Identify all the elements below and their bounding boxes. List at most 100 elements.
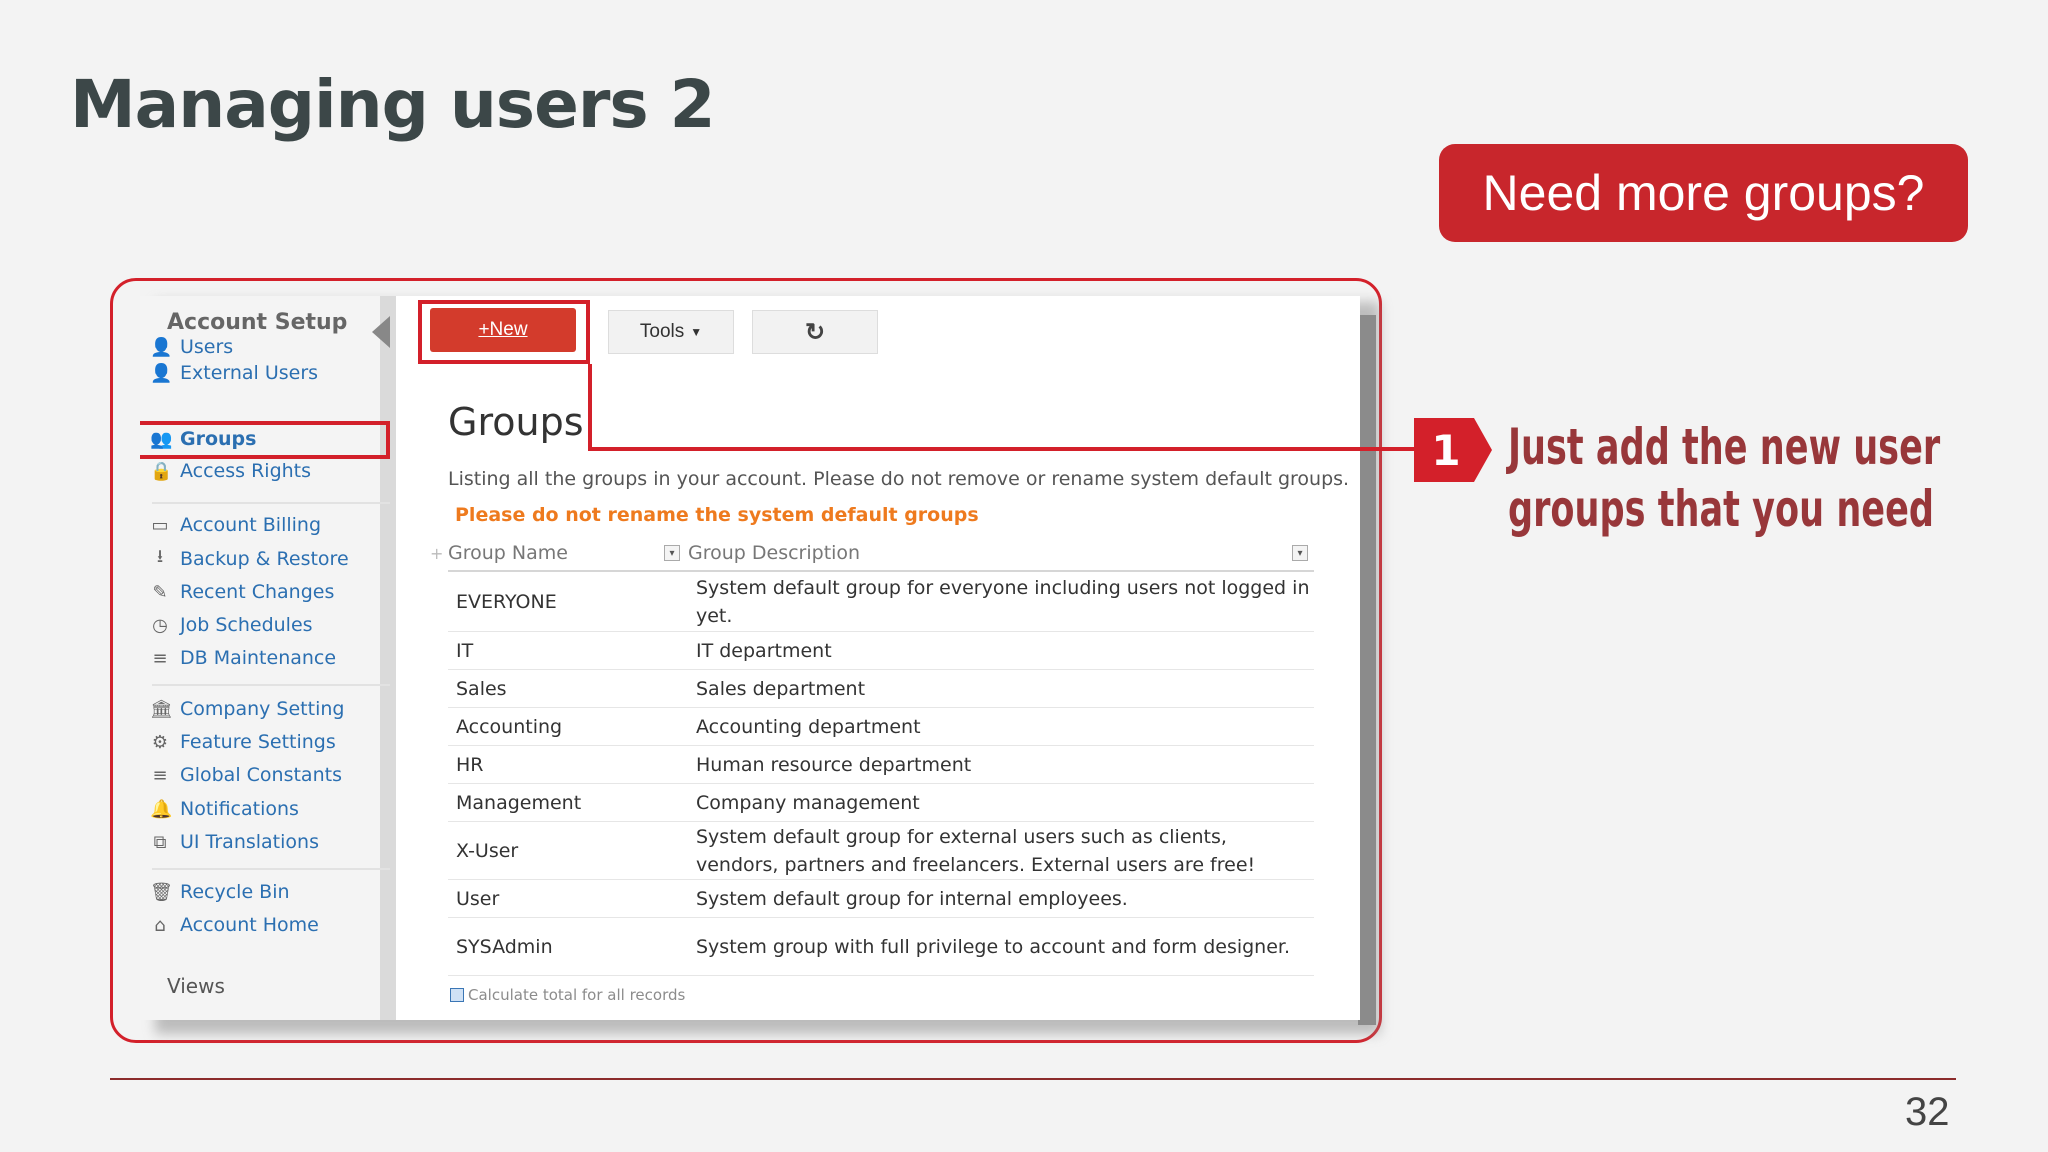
sidebar-item-label: Notifications bbox=[180, 798, 299, 820]
calculate-totals-label: Calculate total for all records bbox=[468, 986, 686, 1004]
warning-text: Please do not rename the system default … bbox=[455, 504, 979, 526]
bell-icon: 🔔 bbox=[150, 798, 173, 820]
cell-group-name: EVERYONE bbox=[456, 590, 557, 613]
page-title: Groups bbox=[448, 400, 584, 444]
user-icon: 👤 bbox=[150, 362, 173, 384]
table-row[interactable]: EVERYONE System default group for everyo… bbox=[448, 572, 1314, 632]
column-label: Group Description bbox=[688, 542, 861, 564]
column-header-group-name[interactable]: Group Name ▾ bbox=[448, 542, 688, 564]
trash-icon: 🗑 bbox=[150, 881, 173, 903]
callout-text: Just add the new user groups that you ne… bbox=[1508, 416, 1941, 540]
sidebar-item-job-schedules[interactable]: ◷ Job Schedules bbox=[150, 610, 313, 640]
sidebar-item-label: Job Schedules bbox=[180, 614, 313, 636]
cell-group-description: Human resource department bbox=[696, 753, 972, 776]
database-icon: ≡ bbox=[152, 647, 168, 669]
cell-group-name: HR bbox=[456, 753, 484, 776]
cell-group-description: System default group for external users … bbox=[696, 825, 1256, 876]
cell-group-description: System group with full privilege to acco… bbox=[696, 935, 1291, 958]
slide-title: Managing users 2 bbox=[70, 66, 716, 143]
calculate-totals-link[interactable]: Calculate total for all records bbox=[450, 986, 685, 1004]
table-row[interactable]: Sales Sales department bbox=[448, 670, 1314, 708]
cell-group-description: IT department bbox=[696, 639, 832, 662]
callout-line-1: Just add the new user bbox=[1508, 418, 1941, 476]
sidebar-item-notifications[interactable]: 🔔 Notifications bbox=[150, 794, 299, 824]
table-header: + Group Name ▾ Group Description ▾ bbox=[430, 536, 1314, 572]
screenshot-edge-shade bbox=[1358, 315, 1376, 1025]
sidebar-item-label: Account Billing bbox=[180, 514, 322, 536]
caret-down-icon: ▼ bbox=[690, 325, 703, 339]
sidebar-divider bbox=[152, 684, 390, 686]
callout-number: 1 bbox=[1431, 425, 1461, 475]
table-row[interactable]: SYSAdmin System group with full privileg… bbox=[448, 918, 1314, 976]
column-menu-icon[interactable]: ▾ bbox=[664, 545, 680, 561]
cell-group-description: Sales department bbox=[696, 677, 866, 700]
tools-label: Tools bbox=[639, 321, 685, 342]
sidebar-item-ui-translations[interactable]: ⧉ UI Translations bbox=[150, 827, 319, 857]
table-row[interactable]: Management Company management bbox=[448, 784, 1314, 822]
sidebar-item-feature-settings[interactable]: ⚙ Feature Settings bbox=[150, 727, 336, 757]
groups-table: + Group Name ▾ Group Description ▾ EVERY… bbox=[430, 536, 1314, 976]
cell-group-name: Sales bbox=[456, 677, 507, 700]
refresh-icon: ↻ bbox=[804, 318, 826, 346]
sidebar-item-access-rights[interactable]: 🔒 Access Rights bbox=[150, 456, 311, 486]
table-row[interactable]: HR Human resource department bbox=[448, 746, 1314, 784]
refresh-button[interactable]: ↻ bbox=[752, 310, 878, 354]
sidebar-divider bbox=[152, 502, 390, 504]
sidebar-divider bbox=[152, 868, 390, 870]
cell-group-name: SYSAdmin bbox=[456, 935, 553, 958]
column-header-group-description[interactable]: Group Description ▾ bbox=[688, 542, 1314, 564]
home-icon: ⌂ bbox=[154, 914, 166, 936]
footer-divider bbox=[110, 1078, 1956, 1080]
sidebar-item-label: Access Rights bbox=[180, 460, 312, 482]
lock-icon: 🔒 bbox=[150, 460, 173, 482]
sidebar-item-global-constants[interactable]: ≡ Global Constants bbox=[150, 760, 342, 790]
calculator-icon bbox=[450, 988, 464, 1002]
sidebar-item-label: Users bbox=[180, 336, 234, 358]
sidebar-item-company-setting[interactable]: 🏛 Company Setting bbox=[150, 694, 344, 724]
page-description: Listing all the groups in your account. … bbox=[448, 468, 1350, 490]
sidebar-item-external-users[interactable]: 👤 External Users bbox=[150, 358, 318, 388]
cell-group-name: User bbox=[456, 887, 500, 910]
cell-group-name: IT bbox=[456, 639, 474, 662]
sidebar-item-label: Backup & Restore bbox=[180, 548, 349, 570]
cell-group-name: Management bbox=[456, 791, 582, 814]
new-button-highlight-box bbox=[418, 300, 590, 364]
table-row[interactable]: User System default group for internal e… bbox=[448, 880, 1314, 918]
database-icon: ≡ bbox=[152, 764, 168, 786]
download-icon: ⭳ bbox=[156, 546, 164, 567]
sidebar-item-db-maintenance[interactable]: ≡ DB Maintenance bbox=[150, 643, 336, 673]
translate-icon: ⧉ bbox=[153, 831, 167, 853]
sidebar-item-account-home[interactable]: ⌂ Account Home bbox=[150, 910, 319, 940]
app-screenshot: Account Setup 👤 Users 👤 External Users 👥… bbox=[140, 296, 1360, 1020]
sidebar-item-label: UI Translations bbox=[180, 831, 319, 853]
groups-highlight-box bbox=[140, 421, 390, 459]
collapse-arrow-icon[interactable] bbox=[372, 316, 390, 348]
cell-group-description: System default group for everyone includ… bbox=[696, 576, 1310, 627]
table-row[interactable]: X-User System default group for external… bbox=[448, 822, 1314, 880]
sidebar-item-label: DB Maintenance bbox=[180, 647, 337, 669]
sidebar-item-recent-changes[interactable]: ✎ Recent Changes bbox=[150, 577, 334, 607]
sidebar-item-label: Company Setting bbox=[180, 698, 345, 720]
cell-group-name: Accounting bbox=[456, 715, 563, 738]
table-row[interactable]: Accounting Accounting department bbox=[448, 708, 1314, 746]
tools-button[interactable]: Tools ▼ bbox=[608, 310, 734, 354]
card-icon: ▭ bbox=[151, 514, 169, 536]
sidebar-item-recycle-bin[interactable]: 🗑 Recycle Bin bbox=[150, 877, 290, 907]
sidebar-item-backup-restore[interactable]: ⭳ Backup & Restore bbox=[150, 544, 349, 574]
gear-icon: ⚙ bbox=[151, 731, 169, 753]
cell-group-name: X-User bbox=[456, 839, 519, 862]
user-icon: 👤 bbox=[150, 336, 173, 358]
bank-icon: 🏛 bbox=[150, 698, 173, 720]
edit-icon: ✎ bbox=[152, 581, 168, 603]
column-menu-icon[interactable]: ▾ bbox=[1292, 545, 1308, 561]
cell-group-description: System default group for internal employ… bbox=[696, 887, 1128, 910]
page-number: 32 bbox=[1905, 1090, 1950, 1134]
sidebar-item-label: Global Constants bbox=[180, 764, 342, 786]
table-row[interactable]: IT IT department bbox=[448, 632, 1314, 670]
sidebar-item-label: Feature Settings bbox=[180, 731, 336, 753]
cell-group-description: Accounting department bbox=[696, 715, 921, 738]
sidebar-item-label: External Users bbox=[180, 362, 319, 384]
sidebar-views-label[interactable]: Views bbox=[167, 974, 225, 998]
sidebar-item-account-billing[interactable]: ▭ Account Billing bbox=[150, 510, 321, 540]
add-row-icon[interactable]: + bbox=[430, 544, 443, 563]
